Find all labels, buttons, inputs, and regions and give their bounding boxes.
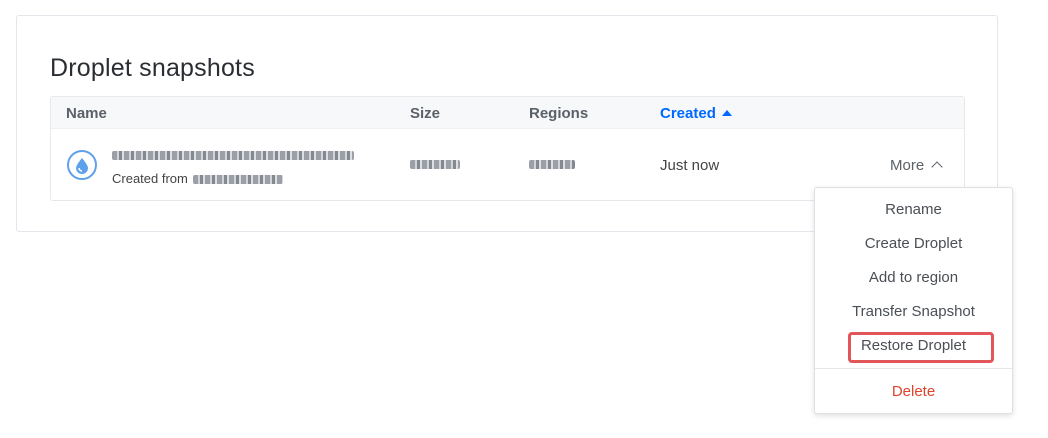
created-from-label: Created from [112,171,188,186]
created-from-source-redacted [193,175,283,184]
chevron-up-icon [931,161,943,173]
menu-item-delete[interactable]: Delete [815,383,1012,400]
column-header-size[interactable]: Size [410,105,440,122]
column-header-regions[interactable]: Regions [529,105,588,122]
column-header-name[interactable]: Name [66,105,107,122]
menu-divider [815,368,1012,369]
menu-item-add-to-region[interactable]: Add to region [815,269,1012,286]
page-title: Droplet snapshots [50,54,255,82]
column-header-created[interactable]: Created [660,105,732,122]
more-menu: Rename Create Droplet Add to region Tran… [814,187,1013,414]
snapshots-table: Name Size Regions Created Created from J… [50,96,965,201]
snapshot-name-redacted[interactable] [112,151,354,160]
menu-item-rename[interactable]: Rename [815,201,1012,218]
menu-item-create-droplet[interactable]: Create Droplet [815,235,1012,252]
snapshot-regions-redacted [529,160,575,169]
snapshot-created: Just now [660,157,720,174]
column-header-created-label: Created [660,105,716,122]
more-button-label: More [890,157,925,174]
more-button[interactable]: More [890,157,943,174]
snapshot-size-redacted [410,160,460,169]
table-header: Name Size Regions Created [51,97,964,129]
sort-ascending-icon [721,110,732,116]
menu-item-restore-droplet[interactable]: Restore Droplet [815,337,1012,354]
snapshot-droplet-icon [67,150,97,180]
menu-item-transfer-snapshot[interactable]: Transfer Snapshot [815,303,1012,320]
